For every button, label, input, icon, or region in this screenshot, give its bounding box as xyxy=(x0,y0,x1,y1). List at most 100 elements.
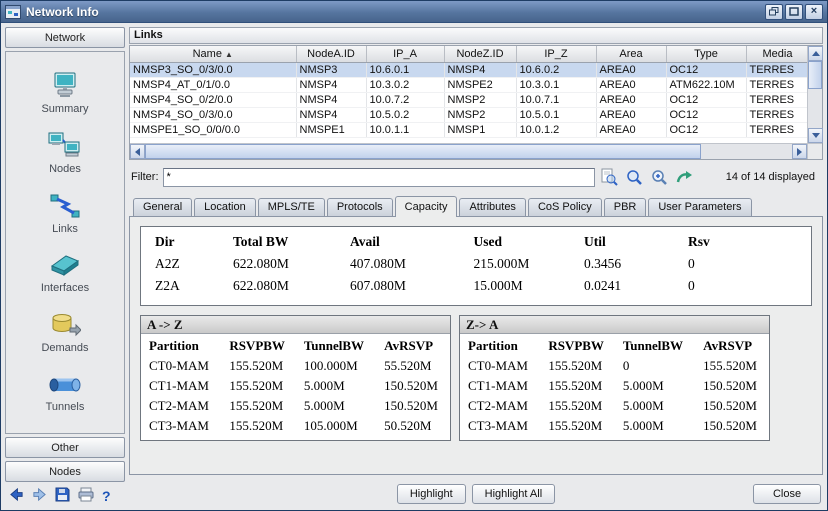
search-icon[interactable] xyxy=(624,167,645,187)
column-label: Name xyxy=(193,48,222,60)
column-header-nodea-id[interactable]: NodeA.ID xyxy=(296,46,366,62)
table-cell: 0.3456 xyxy=(580,253,684,275)
sidebar-item-tunnels[interactable]: Tunnels xyxy=(6,371,124,413)
table-row[interactable]: NMSPE1_SO_0/0/0.0NMSPE110.0.1.1NMSP110.0… xyxy=(130,122,809,137)
table-cell: NMSP4_SO_0/3/0.0 xyxy=(130,107,296,122)
print-icon[interactable] xyxy=(78,487,94,505)
column-header-nodez-id[interactable]: NodeZ.ID xyxy=(444,46,516,62)
links-table-body: NMSP3_SO_0/3/0.0NMSP310.6.0.1NMSP410.6.0… xyxy=(130,62,809,137)
tab-mpls-te[interactable]: MPLS/TE xyxy=(258,198,325,216)
tunnels-icon xyxy=(48,371,82,400)
sidebar-item-demands[interactable]: Demands xyxy=(6,312,124,354)
table-cell: 10.0.1.1 xyxy=(366,122,444,137)
nodes-icon xyxy=(48,132,82,162)
titlebar[interactable]: Network Info × xyxy=(1,1,827,23)
tab-user-parameters[interactable]: User Parameters xyxy=(648,198,751,216)
column-header-ip-a[interactable]: IP_A xyxy=(366,46,444,62)
z-to-a-body: CT0-MAM155.520M0155.520MCT1-MAM155.520M5… xyxy=(466,356,763,436)
tab-location[interactable]: Location xyxy=(194,198,256,216)
column-header: Partition xyxy=(466,336,546,356)
table-cell: ATM622.10M xyxy=(666,77,746,92)
horizontal-scroll-thumb[interactable] xyxy=(145,144,701,159)
table-cell: CT0-MAM xyxy=(466,356,546,376)
table-cell: CT2-MAM xyxy=(147,396,227,416)
network-section-button[interactable]: Network xyxy=(5,27,125,48)
vertical-scroll-thumb[interactable] xyxy=(808,61,822,89)
table-cell: NMSP2 xyxy=(444,92,516,107)
zoom-icon[interactable] xyxy=(649,167,670,187)
vertical-scrollbar[interactable] xyxy=(807,46,822,159)
column-header-name[interactable]: Name▲ xyxy=(130,46,296,62)
column-header: Avail xyxy=(346,231,470,253)
table-row[interactable]: NMSP4_AT_0/1/0.0NMSP410.3.0.2NMSPE210.3.… xyxy=(130,77,809,92)
scroll-right-button[interactable] xyxy=(792,144,807,159)
tab-general[interactable]: General xyxy=(133,198,192,216)
filter-input[interactable] xyxy=(163,168,595,187)
column-header-area[interactable]: Area xyxy=(596,46,666,62)
table-cell: 150.520M xyxy=(382,376,444,396)
find-icon[interactable] xyxy=(599,167,620,187)
table-row: CT2-MAM155.520M5.000M150.520M xyxy=(466,396,763,416)
scroll-up-button[interactable] xyxy=(808,46,823,61)
table-cell: TERRES xyxy=(746,122,809,137)
other-section-button[interactable]: Other xyxy=(5,437,125,458)
horizontal-scroll-track[interactable] xyxy=(145,144,792,159)
highlight-button[interactable]: Highlight xyxy=(397,484,466,504)
table-cell: 622.080M xyxy=(229,275,346,297)
table-cell: 5.000M xyxy=(621,376,701,396)
scroll-down-button[interactable] xyxy=(808,128,823,143)
column-header-type[interactable]: Type xyxy=(666,46,746,62)
tab-protocols[interactable]: Protocols xyxy=(327,198,393,216)
table-cell: Z2A xyxy=(151,275,229,297)
vertical-scroll-track[interactable] xyxy=(808,61,822,128)
sidebar-item-links[interactable]: Links xyxy=(6,193,124,235)
table-cell: OC12 xyxy=(666,122,746,137)
table-cell: 150.520M xyxy=(701,376,763,396)
table-row[interactable]: NMSP4_SO_0/2/0.0NMSP410.0.7.2NMSP210.0.7… xyxy=(130,92,809,107)
column-header-ip-z[interactable]: IP_Z xyxy=(516,46,596,62)
column-header: AvRSVP xyxy=(382,336,444,356)
window-title: Network Info xyxy=(26,5,760,19)
table-cell: 155.520M xyxy=(546,416,621,436)
table-row[interactable]: NMSP3_SO_0/3/0.0NMSP310.6.0.1NMSP410.6.0… xyxy=(130,62,809,77)
table-cell: 10.0.7.2 xyxy=(366,92,444,107)
sidebar-item-summary[interactable]: Summary xyxy=(6,72,124,115)
detach-icon[interactable] xyxy=(765,4,783,20)
main-panel: Links Name▲ NodeA.ID IP_A xyxy=(129,27,823,506)
table-cell: AREA0 xyxy=(596,107,666,122)
interfaces-icon xyxy=(48,252,82,281)
table-cell: NMSP3 xyxy=(296,62,366,77)
help-icon[interactable]: ? xyxy=(102,489,111,503)
column-header-media[interactable]: Media xyxy=(746,46,809,62)
sidebar-item-nodes[interactable]: Nodes xyxy=(6,132,124,175)
table-cell: 50.520M xyxy=(382,416,444,436)
scroll-left-button[interactable] xyxy=(130,144,145,159)
capacity-a-to-z-panel: A -> Z PartitionRSVPBWTunnelBWAvRSVP CT0… xyxy=(140,315,451,441)
horizontal-scrollbar[interactable] xyxy=(130,143,807,159)
tab-capacity[interactable]: Capacity xyxy=(395,196,458,217)
sidebar-item-interfaces[interactable]: Interfaces xyxy=(6,252,124,294)
tab-pbr[interactable]: PBR xyxy=(604,198,647,216)
table-cell: 155.520M xyxy=(227,376,302,396)
table-row[interactable]: NMSP4_SO_0/3/0.0NMSP410.5.0.2NMSP210.5.0… xyxy=(130,107,809,122)
run-filter-icon[interactable] xyxy=(674,167,695,187)
sidebar-item-label: Nodes xyxy=(49,163,81,175)
tab-attributes[interactable]: Attributes xyxy=(459,198,525,216)
table-cell: 100.000M xyxy=(302,356,382,376)
save-icon[interactable] xyxy=(55,487,70,505)
highlight-all-button[interactable]: Highlight All xyxy=(472,484,555,504)
table-cell: 10.3.0.1 xyxy=(516,77,596,92)
table-cell: CT0-MAM xyxy=(147,356,227,376)
maximize-icon[interactable] xyxy=(785,4,803,20)
forward-icon[interactable] xyxy=(32,487,47,505)
nodes-section-button[interactable]: Nodes xyxy=(5,461,125,482)
close-button[interactable]: Close xyxy=(753,484,821,504)
close-icon[interactable]: × xyxy=(805,4,823,20)
table-cell: NMSP4_AT_0/1/0.0 xyxy=(130,77,296,92)
table-cell: TERRES xyxy=(746,62,809,77)
back-icon[interactable] xyxy=(9,487,24,505)
tab-cos-policy[interactable]: CoS Policy xyxy=(528,198,602,216)
table-cell: NMSP4 xyxy=(296,107,366,122)
table-cell: 150.520M xyxy=(701,396,763,416)
table-cell: CT1-MAM xyxy=(466,376,546,396)
